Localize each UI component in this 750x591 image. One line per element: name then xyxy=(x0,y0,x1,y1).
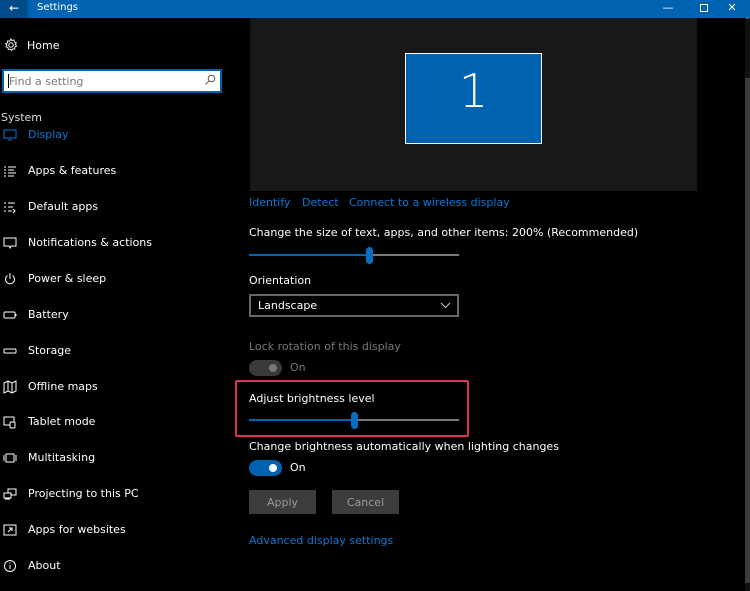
close-icon: ✕ xyxy=(727,1,737,14)
auto-brightness-toggle[interactable] xyxy=(249,460,282,476)
identify-link[interactable]: Identify xyxy=(249,196,291,209)
sidebar-item-label: About xyxy=(28,559,61,572)
sidebar-item-label: Multitasking xyxy=(28,451,96,464)
map-icon xyxy=(3,380,17,394)
minimize-button[interactable]: — xyxy=(650,0,686,18)
cancel-button[interactable]: Cancel xyxy=(332,490,399,514)
slider-fill xyxy=(249,419,354,421)
slider-fill xyxy=(249,254,369,256)
power-icon xyxy=(5,273,15,285)
monitor-icon xyxy=(3,129,17,141)
maximize-icon xyxy=(700,4,708,12)
sidebar-item-label: Power & sleep xyxy=(28,272,107,285)
title-bar: ← Settings — ✕ xyxy=(0,0,750,18)
sidebar-item-power-sleep[interactable]: Power & sleep xyxy=(0,269,235,291)
scrollbar-thumb[interactable] xyxy=(745,78,750,583)
sidebar-item-apps-for-websites[interactable]: Apps for websites xyxy=(0,520,235,542)
default-apps-icon xyxy=(4,202,16,214)
minimize-icon: — xyxy=(662,1,674,14)
search-input[interactable] xyxy=(9,74,199,88)
apps-websites-icon xyxy=(3,524,17,536)
sidebar-item-projecting-to-this-pc[interactable]: Projecting to this PC xyxy=(0,484,235,506)
search-box[interactable] xyxy=(2,69,222,93)
auto-brightness-label: Change brightness automatically when lig… xyxy=(249,440,559,453)
sidebar: Home System Display Apps & features Defaul… xyxy=(0,18,235,591)
slider-thumb[interactable] xyxy=(365,247,373,264)
storage-icon xyxy=(3,348,17,354)
monitor-number: 1 xyxy=(458,64,489,118)
lock-rotation-toggle[interactable] xyxy=(249,360,282,376)
sidebar-item-apps-features[interactable]: Apps & features xyxy=(0,161,235,183)
sidebar-item-multitasking[interactable]: Multitasking xyxy=(0,448,235,470)
sidebar-item-label: Offline maps xyxy=(28,380,98,393)
section-title-system: System xyxy=(1,111,43,124)
search-icon[interactable] xyxy=(204,74,216,86)
chevron-down-icon xyxy=(440,302,451,309)
brightness-slider[interactable] xyxy=(249,410,459,430)
list-icon xyxy=(4,166,16,177)
sidebar-item-offline-maps[interactable]: Offline maps xyxy=(0,377,235,399)
scroll-up-arrow-icon[interactable]: ^ xyxy=(745,18,750,24)
scale-label: Change the size of text, apps, and other… xyxy=(249,226,639,239)
apply-button[interactable]: Apply xyxy=(249,490,316,514)
gear-icon xyxy=(4,38,18,52)
sidebar-item-label: Display xyxy=(28,128,69,141)
sidebar-item-storage[interactable]: Storage xyxy=(0,341,235,363)
notification-icon xyxy=(3,237,17,250)
sidebar-home-label: Home xyxy=(27,39,60,52)
display-monitor-1[interactable]: 1 xyxy=(405,53,542,144)
sidebar-item-label: Battery xyxy=(28,308,69,321)
close-button[interactable]: ✕ xyxy=(714,0,750,18)
sidebar-item-label: Tablet mode xyxy=(28,415,96,428)
back-arrow-icon: ← xyxy=(8,1,20,15)
lock-rotation-state: On xyxy=(290,361,306,374)
toggle-knob xyxy=(269,364,277,372)
sidebar-item-label: Apps for websites xyxy=(28,523,126,536)
sidebar-item-label: Default apps xyxy=(28,200,99,213)
sidebar-item-label: Projecting to this PC xyxy=(28,487,139,500)
main-content: 1 Identify Detect Connect to a wireless … xyxy=(235,18,745,591)
tablet-mode-icon xyxy=(3,416,16,429)
sidebar-item-default-apps[interactable]: Default apps xyxy=(0,197,235,219)
sidebar-item-notifications-actions[interactable]: Notifications & actions xyxy=(0,233,235,255)
auto-brightness-state: On xyxy=(290,461,306,474)
slider-thumb[interactable] xyxy=(351,412,358,429)
advanced-display-settings-link[interactable]: Advanced display settings xyxy=(249,534,393,547)
sidebar-item-label: Apps & features xyxy=(28,164,117,177)
back-button[interactable]: ← xyxy=(0,0,28,18)
sidebar-item-battery[interactable]: Battery xyxy=(0,305,235,327)
battery-icon xyxy=(3,311,17,319)
orientation-label: Orientation xyxy=(249,274,312,287)
sidebar-item-label: Notifications & actions xyxy=(28,236,153,249)
scale-slider[interactable] xyxy=(249,245,459,265)
display-arrangement-area: 1 xyxy=(250,18,697,191)
sidebar-item-display[interactable]: Display xyxy=(0,125,235,147)
sidebar-item-label: Storage xyxy=(28,344,72,357)
multitasking-icon xyxy=(3,453,17,463)
info-icon xyxy=(4,560,16,572)
sidebar-item-tablet-mode[interactable]: Tablet mode xyxy=(0,412,235,434)
connect-wireless-display-link[interactable]: Connect to a wireless display xyxy=(349,196,510,209)
orientation-selected-value: Landscape xyxy=(258,299,318,312)
lock-rotation-label: Lock rotation of this display xyxy=(249,340,401,353)
sidebar-item-about[interactable]: About xyxy=(0,556,235,578)
sidebar-home[interactable]: Home xyxy=(0,37,235,57)
window-title: Settings xyxy=(37,2,79,13)
brightness-label: Adjust brightness level xyxy=(249,392,375,405)
vertical-scrollbar[interactable]: ^ xyxy=(745,18,750,591)
orientation-dropdown[interactable]: Landscape xyxy=(249,294,459,317)
toggle-knob xyxy=(269,464,277,472)
projecting-icon xyxy=(3,488,17,500)
detect-link[interactable]: Detect xyxy=(302,196,339,209)
